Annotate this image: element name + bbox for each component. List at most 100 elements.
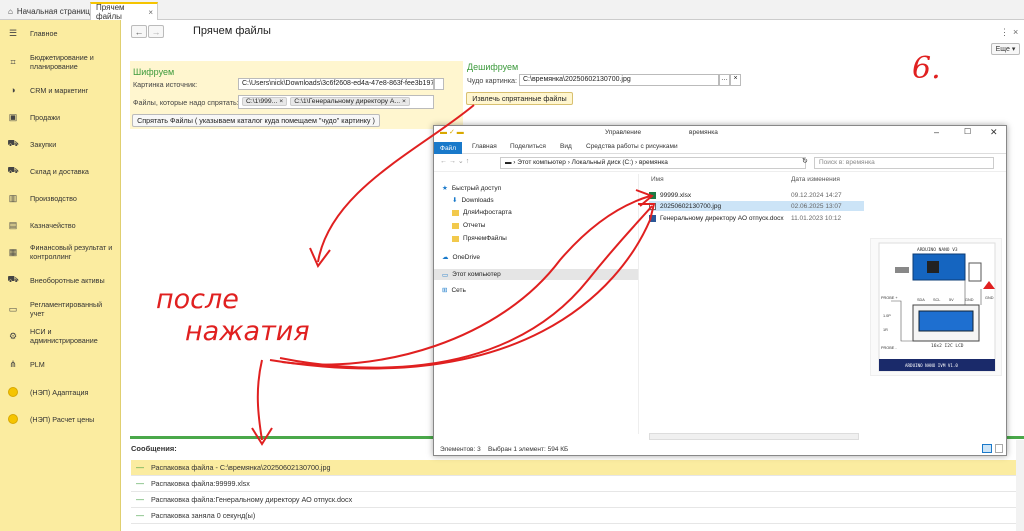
sidebar-item-finance[interactable]: ▦ Финансовый результат и контроллинг [0, 242, 121, 262]
org-icon: ⋔ [9, 358, 17, 369]
nav-downloads[interactable]: ⬇ Downloads [452, 196, 494, 205]
close-window-icon[interactable]: ✕ [990, 127, 998, 138]
image-file-icon [649, 202, 656, 210]
file-row[interactable]: 99999.xlsx 09.12.2024 14:27 [649, 190, 864, 200]
sidebar-item-nep-price[interactable]: (НЭП) Расчет цены [0, 411, 121, 427]
address-bar[interactable]: ▬ › Этот компьютер › Локальный диск (C:)… [500, 157, 806, 169]
sidebar-item-sales[interactable]: ▣ Продажи [0, 109, 121, 125]
sidebar-item-production[interactable]: ▥ Производство [0, 190, 121, 206]
vertical-scrollbar[interactable] [1016, 440, 1024, 531]
extract-button[interactable]: Извлечь спрятанные файлы [466, 92, 573, 105]
file-row[interactable]: 20250602130700.jpg 02.06.2025 13:07 [649, 201, 864, 211]
sidebar-item-accounting[interactable]: ▭ Регламентированный учет [0, 300, 121, 318]
file-row[interactable]: Генеральному директору АО отпуск.docx 11.… [649, 213, 864, 223]
tab-bar: ⌂ Начальная страница Прячем файлы × [0, 0, 1024, 21]
pin-label: SDA [917, 298, 925, 302]
ribbon: Файл Главная Поделиться Вид Средства раб… [434, 142, 1006, 154]
nav-folder[interactable]: ПрячемФайлы [452, 235, 507, 242]
miracle-input[interactable]: C:\времянка\20250602130700.jpg [519, 74, 719, 86]
file-tag[interactable]: C:\1\Генеральному директору А... × [290, 97, 410, 106]
nav-folder[interactable]: Отчеты [452, 222, 485, 229]
tab-home[interactable]: ⌂ Начальная страница [2, 3, 100, 19]
nav-quick-access[interactable]: ★ Быстрый доступ [442, 184, 501, 193]
close-form-icon[interactable]: × [1013, 27, 1018, 37]
dash-icon: — [136, 511, 144, 520]
sidebar-item-treasury[interactable]: ▤ Казначейство [0, 217, 121, 233]
ribbon-tab-file[interactable]: Файл [434, 142, 462, 154]
window-title: времянка [689, 129, 718, 136]
message-text: Распаковка файла - C:\времянка\202506021… [151, 463, 331, 472]
document-icon: ▭ [8, 303, 18, 314]
minimize-icon[interactable]: – [934, 127, 939, 137]
sidebar-item-admin[interactable]: ⚙ НСИ и администрирование [0, 326, 121, 346]
sidebar-item-main[interactable]: ☰ Главное [0, 25, 121, 41]
folder-icon [452, 209, 459, 216]
ribbon-tab-share[interactable]: Поделиться [510, 143, 546, 150]
ribbon-tab-home[interactable]: Главная [472, 143, 497, 150]
nav-network[interactable]: ⊞ Сеть [442, 286, 466, 295]
column-name[interactable]: Имя [651, 176, 664, 183]
message-text: Распаковка файла:Генеральному директору … [151, 495, 353, 504]
truck-icon: ⛟ [7, 165, 19, 175]
miracle-picker-button[interactable]: … [719, 74, 730, 86]
sidebar-item-assets[interactable]: ⛟ Внеоборотные активы [0, 272, 121, 288]
decode-title: Дешифруем [467, 62, 519, 72]
sidebar-item-label: Финансовый результат и контроллинг [30, 243, 113, 261]
side-label: GND [985, 296, 994, 300]
source-input[interactable]: C:\Users\nick\Downloads\3c6f2608-ed4a-47… [238, 78, 434, 90]
message-row[interactable]: — Распаковка файла:99999.xlsx [131, 476, 1024, 492]
board-title: ARDUINO NANO V3 [917, 247, 958, 253]
back-button[interactable]: ← [131, 25, 147, 38]
sidebar-item-crm[interactable]: ◑ CRM и маркетинг [0, 82, 121, 98]
file-tag[interactable]: C:\1\999... × [242, 97, 288, 106]
column-date[interactable]: Дата изменения [791, 176, 840, 183]
tab-home-label: Начальная страница [16, 6, 95, 16]
dash-icon: — [136, 495, 144, 504]
kebab-menu-icon[interactable]: ⋮ [1000, 27, 1009, 38]
miracle-clear-icon[interactable]: × [730, 74, 741, 86]
sidebar-item-purchases[interactable]: ⛟ Закупки [0, 136, 121, 152]
more-button[interactable]: Еще ▾ [991, 43, 1020, 55]
sidebar-item-label: Склад и доставка [30, 166, 89, 176]
forward-button[interactable]: → [148, 25, 164, 38]
excel-file-icon [649, 191, 656, 199]
nav-this-pc[interactable]: ▭ Этот компьютер [434, 269, 638, 280]
horizontal-scrollbar[interactable] [649, 433, 859, 440]
file-tag-label: C:\1\999... [246, 98, 278, 105]
ribbon-tab-picture-tools[interactable]: Средства работы с рисунками [586, 143, 678, 150]
tiles-view-icon[interactable] [995, 444, 1003, 453]
maximize-icon[interactable]: ☐ [964, 127, 971, 136]
gear-icon: ⚙ [8, 330, 18, 341]
nav-onedrive[interactable]: ☁ OneDrive [442, 253, 480, 262]
hide-files-button[interactable]: Спрятать Файлы ( указываем каталог куда … [132, 114, 380, 127]
tab-hide-files[interactable]: Прячем файлы × [90, 2, 158, 21]
close-icon[interactable]: × [148, 8, 153, 17]
tab-hide-files-label: Прячем файлы [96, 3, 125, 21]
sidebar-item-warehouse[interactable]: ⛟ Склад и доставка [0, 163, 121, 179]
source-picker-button[interactable] [434, 78, 444, 90]
ribbon-tab-view[interactable]: Вид [560, 143, 572, 150]
files-input[interactable]: C:\1\999... × C:\1\Генеральному директору… [238, 95, 434, 109]
sidebar-item-label: Закупки [30, 139, 57, 149]
sidebar-item-label: CRM и маркетинг [30, 85, 89, 95]
nav-label: Этот компьютер [452, 271, 501, 278]
miracle-label: Чудо картинка: [467, 76, 518, 85]
nav-arrows-icon[interactable]: ← → ⌄ ↑ [440, 157, 469, 165]
refresh-icon[interactable]: ↻ [802, 157, 808, 165]
address-segment[interactable]: Этот компьютер [517, 159, 566, 166]
side-label: PROBE - [881, 346, 897, 350]
messages-title: Сообщения: [131, 444, 177, 453]
message-row[interactable]: — Распаковка заняла 0 секунд(ы) [131, 508, 1024, 524]
message-row[interactable]: — Распаковка файла:Генеральному директору… [131, 492, 1024, 508]
sidebar-item-nep-adapt[interactable]: (НЭП) Адаптация [0, 384, 121, 400]
nav-folder[interactable]: ДляИнфостарта [452, 209, 512, 216]
sidebar-item-budget[interactable]: ⌗ Бюджетирование и планирование [0, 52, 121, 72]
address-segment[interactable]: Локальный диск (C:) [572, 159, 634, 166]
address-segment[interactable]: времянка [639, 159, 668, 166]
details-view-icon[interactable] [982, 444, 992, 453]
sidebar-item-plm[interactable]: ⋔ PLM [0, 356, 121, 372]
factory-icon: ▥ [8, 192, 18, 203]
address-row: ← → ⌄ ↑ ▬ › Этот компьютер › Локальный д… [434, 154, 1006, 172]
message-row[interactable]: — Распаковка файла - C:\времянка\20250602… [131, 460, 1024, 476]
search-input[interactable]: Поиск в: времянка [814, 157, 994, 169]
